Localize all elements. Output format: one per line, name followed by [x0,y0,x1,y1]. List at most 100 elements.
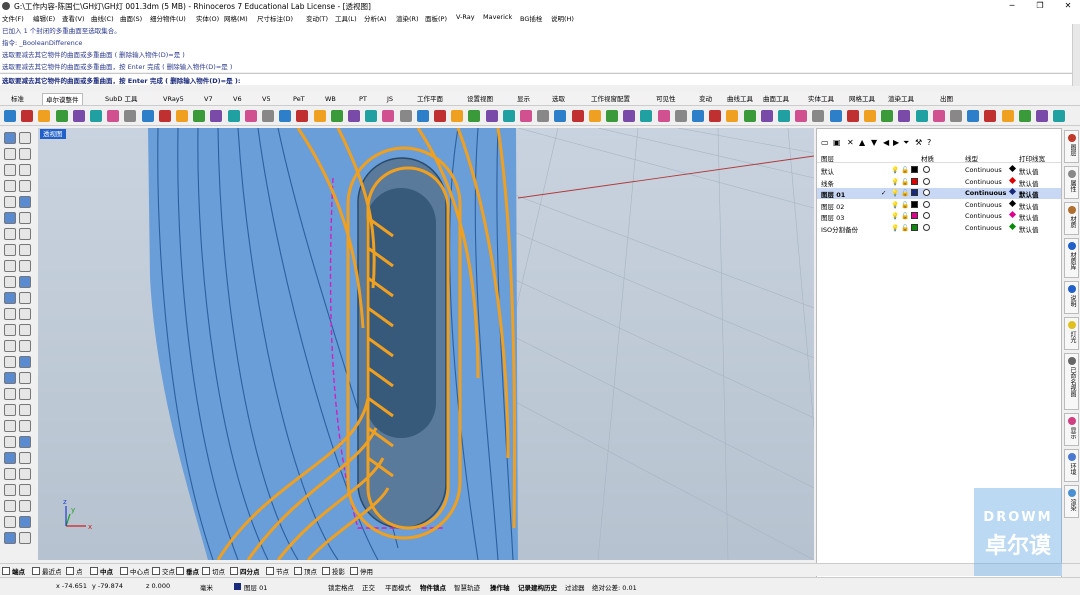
side-tab[interactable]: 已命名视图 [1064,353,1079,410]
toolbar-tool-icon[interactable] [984,110,997,122]
move-up-icon[interactable]: ▲ [859,138,865,147]
viewport-title-tab[interactable]: 透视图 [40,129,66,139]
filter-icon[interactable]: ⏷ [903,138,909,148]
left-tool-icon[interactable] [19,372,31,384]
layer-color-swatch[interactable] [911,212,918,219]
layer-color-swatch[interactable] [911,189,918,196]
status-ortho[interactable]: 正交 [362,582,375,592]
toolbar-tab[interactable]: PeT [290,93,308,105]
toolbar-tool-icon[interactable] [244,110,257,122]
toolbar-tab[interactable]: VRay5 [160,93,187,105]
side-tab[interactable]: 灯光 [1064,317,1079,350]
toolbar-tool-icon[interactable] [778,110,790,122]
toolbar-tool-icon[interactable] [760,110,773,122]
visible-bulb-icon[interactable]: 💡 [891,212,899,220]
toolbar-tool-icon[interactable] [554,110,567,122]
perspective-viewport[interactable]: x y z 透视图 [38,128,814,560]
toolbar-tool-icon[interactable] [124,110,137,122]
left-tool-icon[interactable] [19,164,31,176]
command-scrollbar[interactable] [1072,24,1080,86]
material-swatch[interactable] [923,200,930,208]
visible-bulb-icon[interactable]: 💡 [891,166,899,174]
layer-print-width[interactable]: 默认值 [1019,166,1039,176]
left-tool-icon[interactable] [19,516,31,528]
left-tool-icon[interactable] [4,500,16,512]
left-tool-icon[interactable] [4,244,16,256]
layer-linetype[interactable]: Continuous [965,212,1002,220]
layer-linetype[interactable]: Continuous [965,166,1002,174]
lock-icon[interactable]: 🔓 [901,166,909,174]
side-tab[interactable]: 说明 [1064,281,1079,314]
left-tool-icon[interactable] [4,276,16,288]
left-tool-icon[interactable] [4,468,16,480]
toolbar-tool-icon[interactable] [881,110,894,122]
toolbar-tool-icon[interactable] [451,110,464,122]
toolbar-tool-icon[interactable] [898,110,911,122]
menu-item[interactable]: 网格(M) [224,13,248,23]
left-tool-icon[interactable] [4,532,16,544]
left-tool-icon[interactable] [4,228,16,240]
visible-bulb-icon[interactable]: 💡 [891,189,899,197]
layer-row[interactable]: 线条 💡 🔓 Continuous 默认值 [817,176,1061,188]
toolbar-tab[interactable]: 卓尔谟整件 [42,93,83,105]
layer-color-swatch[interactable] [911,223,918,231]
toolbar-tool-icon[interactable] [692,110,704,122]
toolbar-tool-icon[interactable] [502,110,515,122]
toolbar-tool-icon[interactable] [296,110,309,122]
toolbar-tool-icon[interactable] [1053,110,1066,122]
osnap-option[interactable]: 中心点 [120,566,150,576]
tools-icon[interactable]: ⚒ [915,138,922,147]
menu-item[interactable]: 曲线(C) [91,13,114,23]
toolbar-tool-icon[interactable] [416,110,429,122]
osnap-option[interactable]: 四分点 [230,566,260,576]
toolbar-tab[interactable]: 出图 [937,93,956,105]
move-right-icon[interactable]: ▶ [893,138,899,147]
side-tab[interactable]: 材质库 [1064,238,1079,278]
side-tab[interactable]: 属性 [1064,166,1079,199]
status-osnap-toggle[interactable]: 物件锁点 [420,582,446,592]
left-tool-icon[interactable] [19,260,31,272]
toolbar-tool-icon[interactable] [606,110,618,122]
material-swatch[interactable] [923,189,930,196]
toolbar-tool-icon[interactable] [210,110,223,122]
maximize-button[interactable]: ❐ [1028,0,1052,12]
layer-print-width[interactable]: 默认值 [1019,224,1039,234]
osnap-option[interactable]: 垂点 [176,566,199,576]
toolbar-tool-icon[interactable] [640,110,653,122]
status-grid-snap[interactable]: 锁定格点 [328,582,354,592]
toolbar-tool-icon[interactable] [537,110,550,122]
layer-print-width[interactable]: 默认值 [1019,212,1039,222]
left-tool-icon[interactable] [19,532,31,544]
left-tool-icon[interactable] [4,404,16,416]
left-tool-icon[interactable] [4,484,16,496]
layer-row[interactable]: 图层 03 💡 🔓 Continuous 默认值 [817,210,1061,222]
left-tool-icon[interactable] [4,292,16,304]
layer-row[interactable]: 图层 01 ✓ 💡 🔓 Continuous 默认值 [817,187,1061,199]
menu-item[interactable]: 分析(A) [364,13,387,23]
menu-item[interactable]: 尺寸标注(D) [257,13,293,23]
menu-item[interactable]: 说明(H) [551,13,574,23]
toolbar-tab[interactable]: PT [356,93,370,105]
toolbar-tool-icon[interactable] [967,110,980,122]
layer-color-swatch[interactable] [911,166,918,173]
left-tool-icon[interactable] [4,308,16,320]
left-tool-icon[interactable] [4,212,16,224]
toolbar-tab[interactable]: 曲面工具 [760,93,792,105]
status-layer[interactable]: 图层 01 [244,582,267,592]
left-tool-icon[interactable] [4,148,16,160]
material-swatch[interactable] [923,223,930,231]
layer-print-width[interactable]: 默认值 [1019,178,1039,188]
toolbar-tab[interactable]: SubD 工具 [102,93,140,105]
menu-item[interactable]: 细分物件(U) [150,13,186,23]
layer-row[interactable]: 默认 💡 🔓 Continuous 默认值 [817,164,1061,176]
move-down-icon[interactable]: ▼ [871,138,877,147]
osnap-option[interactable]: 最近点 [32,566,62,576]
osnap-option[interactable]: 投影 [322,566,345,576]
toolbar-tool-icon[interactable] [313,110,326,122]
menu-item[interactable]: 变动(T) [306,13,328,23]
toolbar-tool-icon[interactable] [571,110,584,122]
left-tool-icon[interactable] [19,132,31,144]
toolbar-tab[interactable]: 渲染工具 [885,93,917,105]
left-tool-icon[interactable] [19,228,31,240]
left-tool-icon[interactable] [19,388,31,400]
